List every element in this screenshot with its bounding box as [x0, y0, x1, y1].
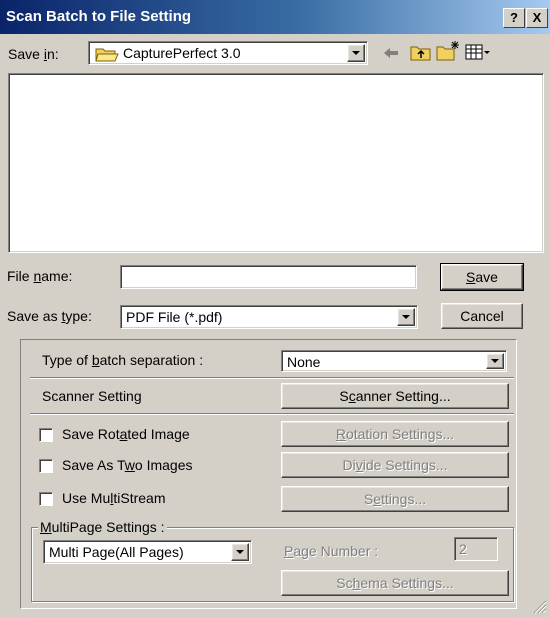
resize-grip-icon[interactable] — [531, 598, 547, 617]
dialog-title: Scan Batch to File Setting — [6, 8, 192, 25]
divider — [30, 377, 514, 379]
rotation-settings-button[interactable]: Rotation Settings... — [281, 421, 509, 447]
new-folder-icon[interactable] — [436, 40, 460, 65]
help-button[interactable]: ? — [503, 8, 525, 28]
file-name-label: File name: — [7, 268, 73, 284]
chevron-down-icon — [402, 315, 410, 319]
scanner-setting-label: Scanner Setting — [42, 388, 142, 404]
file-name-input[interactable] — [120, 265, 417, 289]
batch-separation-value: None — [287, 354, 321, 370]
save-as-type-combobox[interactable]: PDF File (*.pdf) — [120, 305, 418, 329]
chevron-down-icon — [236, 550, 244, 554]
batch-separation-label: Type of batch separation : — [42, 352, 204, 368]
chevron-down-icon — [491, 359, 499, 363]
back-arrow-icon[interactable] — [382, 44, 400, 65]
close-button[interactable]: X — [526, 8, 548, 28]
save-in-combobox[interactable]: CapturePerfect 3.0 — [88, 41, 368, 65]
scan-batch-dialog: Scan Batch to File Setting ? X Save in: … — [0, 0, 550, 616]
save-as-type-label: Save as type: — [7, 308, 92, 324]
page-number-label: Page Number : — [284, 543, 379, 559]
save-button[interactable]: Save — [440, 263, 524, 291]
page-number-input[interactable]: 2 — [454, 537, 498, 561]
batch-separation-combobox[interactable]: None — [281, 350, 507, 372]
divider — [30, 413, 514, 415]
file-list[interactable] — [8, 73, 544, 253]
multipage-group-label: MultiPage Settings : — [38, 519, 167, 535]
save-rotated-image-checkbox[interactable] — [39, 428, 53, 442]
save-rotated-image-label[interactable]: Save Rotated Image — [62, 426, 190, 442]
schema-settings-button[interactable]: Sc h ema Settings... — [281, 570, 509, 596]
cancel-button[interactable]: Cancel — [441, 303, 523, 329]
save-in-label: Save in: — [8, 46, 59, 62]
save-as-two-images-checkbox[interactable] — [39, 459, 53, 473]
use-multistream-label[interactable]: Use MultiStream — [62, 490, 165, 506]
use-multistream-checkbox[interactable] — [39, 492, 53, 506]
multipage-value: Multi Page(All Pages) — [49, 544, 184, 560]
scanner-setting-button[interactable]: Sc anner Setting... — [281, 383, 509, 409]
save-in-dropdown-button[interactable] — [347, 44, 365, 62]
chevron-down-icon — [352, 51, 360, 55]
up-folder-icon[interactable] — [410, 42, 432, 65]
batch-separation-dropdown-button[interactable] — [486, 353, 504, 369]
multipage-dropdown-button[interactable] — [231, 543, 249, 561]
view-menu-icon[interactable] — [465, 43, 491, 64]
folder-icon — [95, 46, 119, 65]
divide-settings-button[interactable]: Di v ide Settings... — [281, 452, 509, 478]
title-bar[interactable]: Scan Batch to File Setting ? X — [0, 0, 550, 34]
save-as-two-images-label[interactable]: Save As Two Images — [62, 457, 193, 473]
save-as-type-value: PDF File (*.pdf) — [126, 309, 223, 325]
multipage-combobox[interactable]: Multi Page(All Pages) — [43, 540, 252, 564]
save-as-type-dropdown-button[interactable] — [397, 308, 415, 326]
save-in-value: CapturePerfect 3.0 — [123, 45, 241, 61]
multistream-settings-button[interactable]: Se ttings... — [281, 486, 509, 512]
